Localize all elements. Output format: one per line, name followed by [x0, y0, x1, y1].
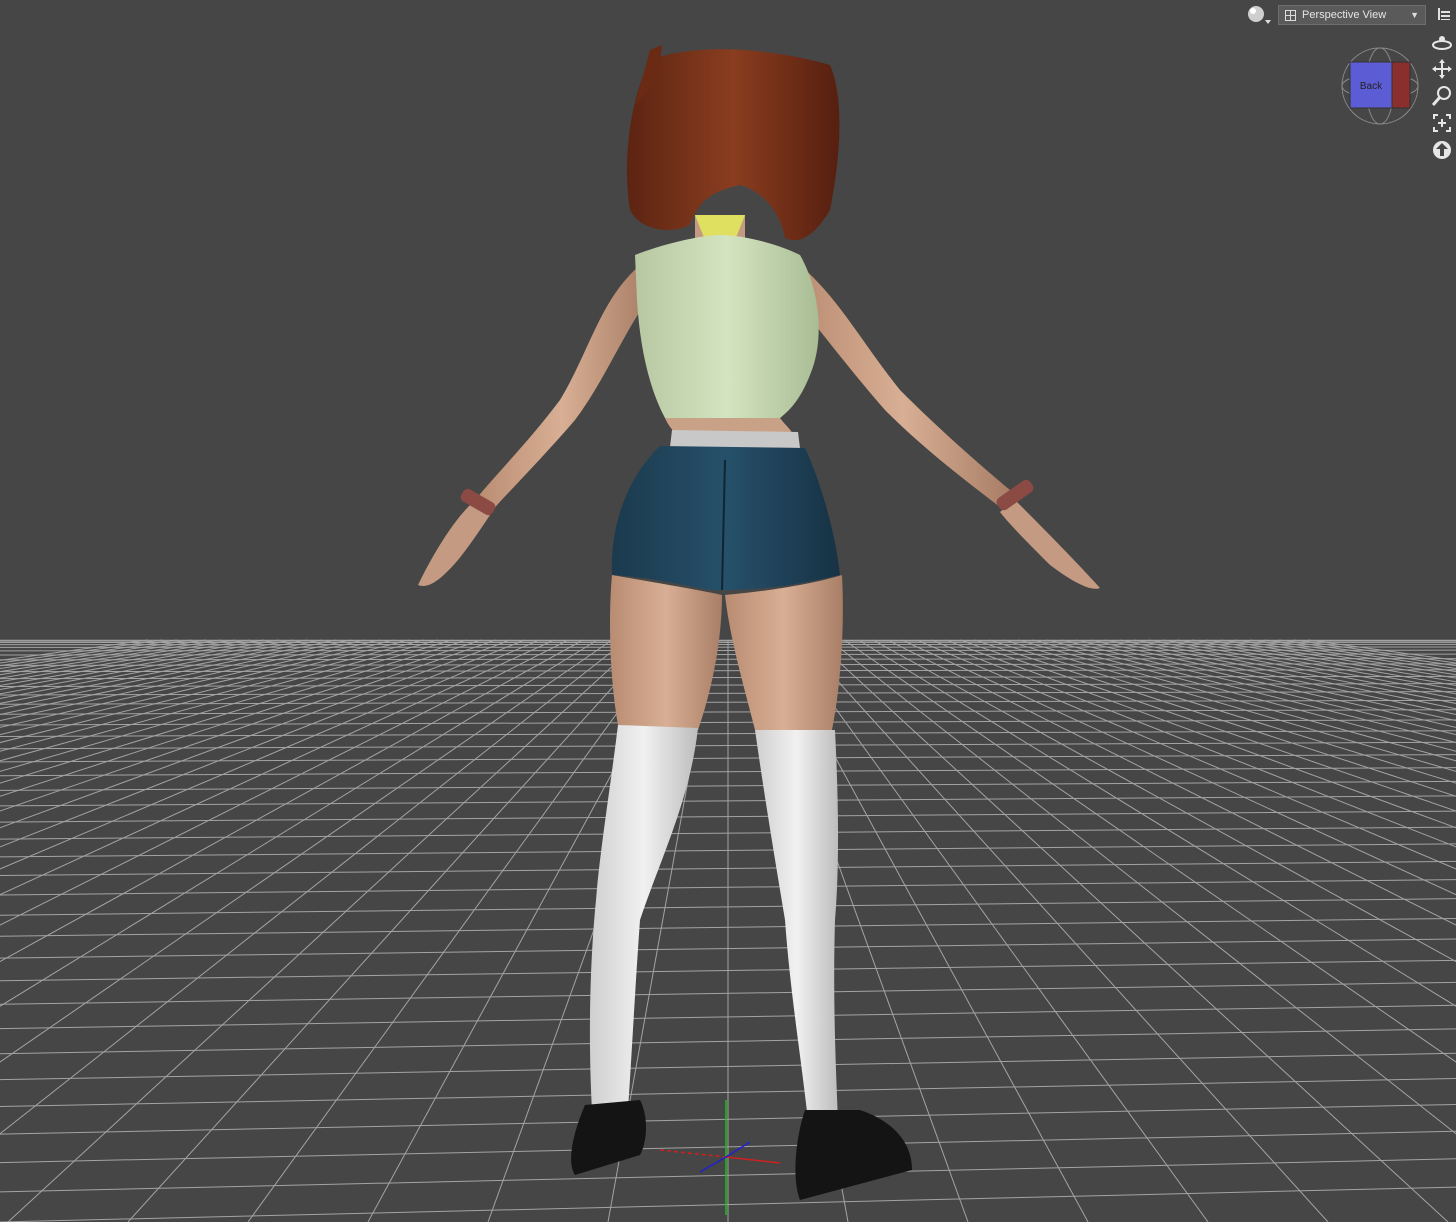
grid-line	[887, 639, 1456, 926]
grid-line	[1191, 639, 1456, 687]
grid-line	[0, 639, 555, 896]
grid-line	[945, 639, 1456, 829]
frame-icon[interactable]	[1430, 111, 1454, 134]
grid-line	[7, 639, 642, 1222]
grid-line	[0, 639, 279, 691]
grid-line	[1220, 639, 1456, 679]
grid-line	[0, 639, 352, 715]
grid-line	[829, 639, 1456, 1135]
grid-line	[0, 639, 439, 762]
zoom-icon[interactable]	[1430, 84, 1454, 107]
grid-line	[0, 639, 265, 687]
grid-line	[974, 639, 1456, 797]
navigation-tools	[1430, 30, 1454, 161]
character-model[interactable]	[418, 45, 1100, 1200]
grid-line	[0, 639, 627, 1135]
grid-line	[930, 639, 1456, 848]
grid-line	[0, 639, 163, 664]
floor-grid	[0, 639, 1456, 1222]
grid-layout-icon	[1285, 9, 1296, 21]
grid-line	[0, 639, 453, 772]
grid-line	[872, 639, 1456, 963]
options-menu-icon[interactable]	[1436, 6, 1452, 22]
grid-line	[0, 639, 294, 695]
sphere-render-icon[interactable]	[1246, 4, 1272, 26]
grid-line	[959, 639, 1456, 812]
grid-line	[0, 639, 584, 963]
grid-line	[0, 639, 410, 744]
grid-line	[0, 639, 308, 699]
translate-icon[interactable]	[1430, 57, 1454, 80]
grid-line	[0, 639, 221, 676]
grid-line	[988, 639, 1456, 784]
grid-line	[0, 639, 569, 926]
grid-line	[0, 639, 337, 710]
axis-gizmo	[659, 1100, 781, 1215]
grid-line	[1235, 639, 1456, 676]
grid-line	[0, 639, 236, 679]
grid-line	[1293, 639, 1456, 664]
orbit-icon[interactable]	[1430, 30, 1454, 53]
grid-line	[814, 639, 1449, 1222]
view-cube[interactable]: Back	[1338, 44, 1422, 128]
3d-viewport[interactable]: Perspective View ▼ Back	[0, 0, 1456, 1222]
grid-line	[1307, 639, 1456, 661]
view-select-dropdown[interactable]: Perspective View ▼	[1278, 5, 1426, 25]
scene-canvas[interactable]	[0, 0, 1456, 1222]
grid-line	[1046, 639, 1456, 744]
view-cube-face-label: Back	[1360, 81, 1383, 92]
grid-line	[901, 639, 1456, 896]
chevron-down-icon: ▼	[1410, 10, 1419, 20]
grid-line	[0, 639, 149, 661]
view-select-label: Perspective View	[1302, 9, 1387, 21]
grid-line	[1017, 639, 1456, 762]
viewport-toolbar: Perspective View ▼	[1246, 4, 1426, 26]
grid-line	[1003, 639, 1456, 772]
home-icon[interactable]	[1430, 138, 1454, 161]
